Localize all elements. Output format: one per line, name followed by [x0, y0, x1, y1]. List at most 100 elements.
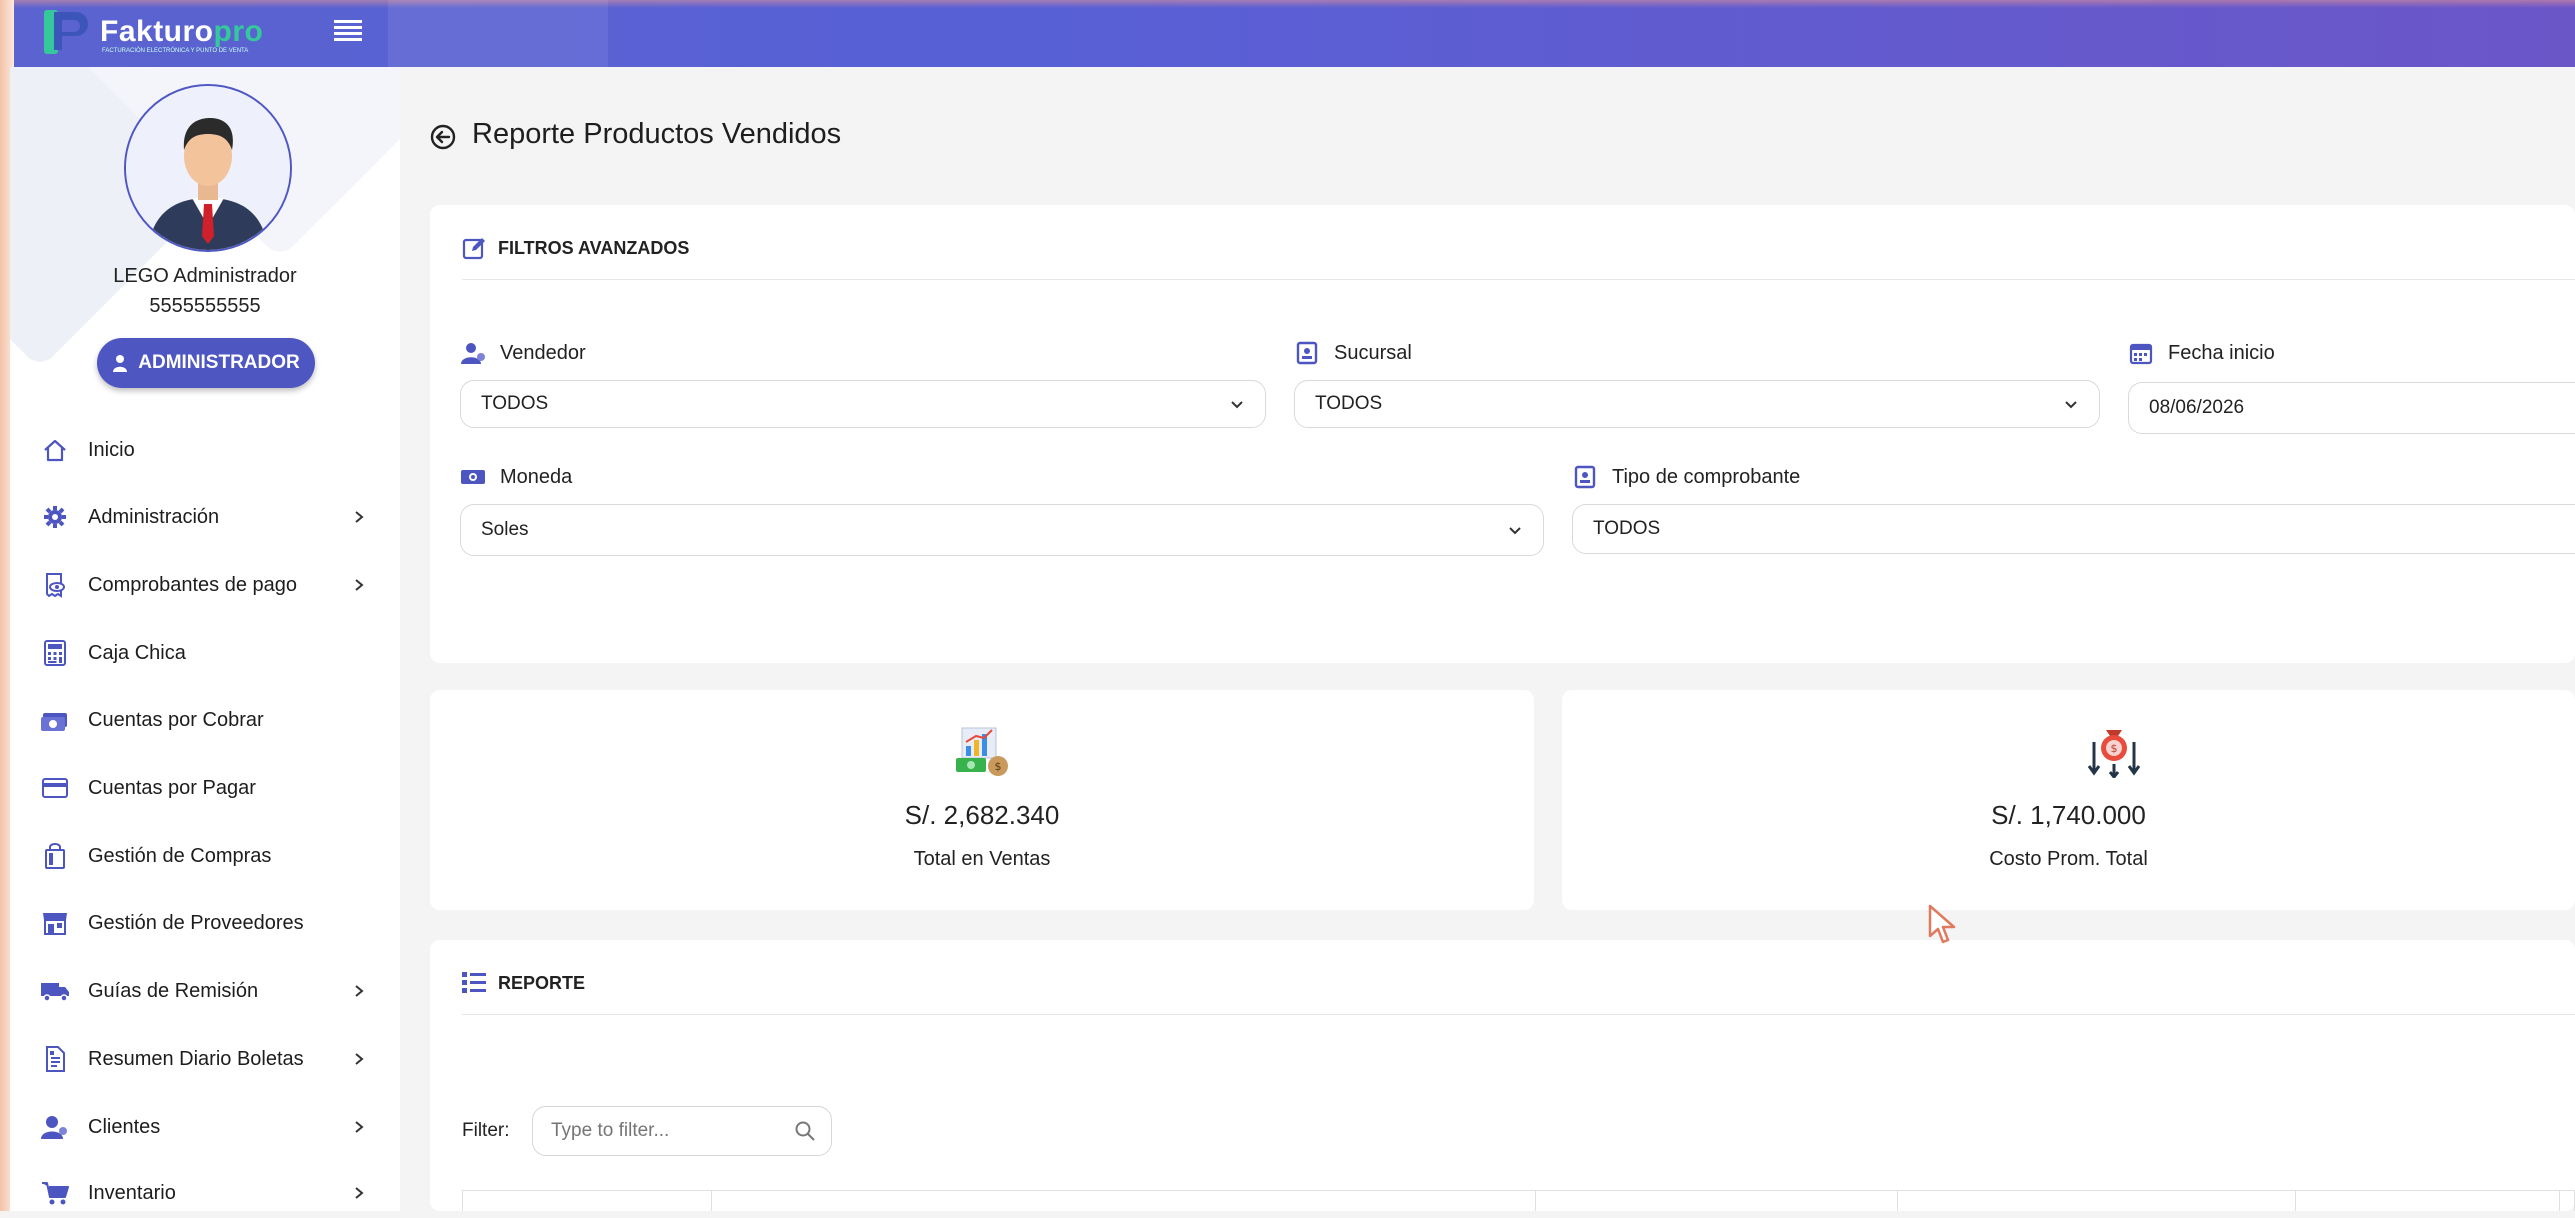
credit-card-icon	[40, 773, 70, 803]
page-title: Reporte Productos Vendidos	[472, 118, 842, 150]
user-name: LEGO Administrador	[113, 265, 297, 287]
vendedor-select[interactable]: TODOS	[460, 380, 1266, 428]
total-ventas-value: S/. 2,682.340	[904, 800, 1060, 830]
vendedor-label: Vendedor	[460, 341, 586, 365]
cart-icon	[40, 1178, 70, 1208]
truck-icon	[40, 976, 70, 1006]
search-icon[interactable]	[794, 1120, 816, 1142]
user-phone: 5555555555	[149, 295, 261, 317]
avatar[interactable]	[124, 84, 292, 252]
sucursal-label-text: Sucursal	[1334, 341, 1412, 364]
fecha-inicio-label: Fecha inicio	[2128, 341, 2275, 365]
moneda-label: Moneda	[460, 465, 572, 489]
report-title: REPORTE	[498, 973, 586, 993]
sidebar-item-label: Caja Chica	[88, 641, 186, 664]
sidebar-item-guias-de-remision[interactable]: Guías de Remisión	[10, 966, 390, 1016]
money-bag-arrows-icon: $	[2087, 730, 2141, 778]
sidebar-item-clientes[interactable]: Clientes	[10, 1102, 390, 1152]
report-card	[430, 940, 2575, 1211]
role-button[interactable]: ADMINISTRADOR	[97, 338, 315, 388]
mouse-cursor-icon	[1928, 904, 1956, 944]
sidebar-item-label: Gestión de Proveedores	[88, 911, 304, 934]
sidebar-item-comprobantes-de-pago[interactable]: Comprobantes de pago	[10, 560, 390, 610]
logo-mark-icon	[44, 10, 88, 54]
hamburger-menu-icon[interactable]	[334, 20, 362, 44]
app-logo[interactable]: Fakturopro FACTURACIÓN ELECTRÓNICA Y PUN…	[40, 4, 263, 60]
chevron-right-icon	[352, 510, 366, 524]
topbar-highlight	[388, 0, 608, 67]
gear-icon	[40, 502, 70, 532]
calculator-icon	[40, 638, 70, 668]
vendedor-value: TODOS	[481, 393, 549, 414]
sidebar-item-label: Gestión de Compras	[88, 844, 272, 867]
chevron-right-icon	[352, 578, 366, 592]
sidebar-item-gestion-de-proveedores[interactable]: Gestión de Proveedores	[10, 898, 390, 948]
sucursal-value: TODOS	[1315, 393, 1383, 414]
sucursal-select[interactable]: TODOS	[1294, 380, 2100, 428]
money-icon	[40, 705, 70, 735]
tipo-comprobante-select[interactable]: TODOS	[1572, 504, 2575, 554]
divider	[462, 1014, 2575, 1015]
user-avatar-icon	[126, 86, 290, 250]
sucursal-label: Sucursal	[1294, 341, 1412, 365]
money-bill-icon	[460, 465, 486, 489]
user-tie-icon	[460, 341, 486, 365]
sidebar-item-label: Resumen Diario Boletas	[88, 1047, 304, 1070]
tipo-comprobante-value: TODOS	[1593, 518, 1661, 539]
logo-text-suffix: pro	[213, 15, 264, 48]
sales-chart-money-icon: $	[956, 727, 1008, 776]
back-arrow-icon[interactable]	[430, 124, 456, 150]
report-table-header	[462, 1190, 2575, 1211]
sidebar-item-administracion[interactable]: Administración	[10, 492, 390, 542]
id-card-icon	[1572, 465, 1598, 489]
sidebar-item-resumen-diario-boletas[interactable]: Resumen Diario Boletas	[10, 1034, 390, 1084]
filters-card	[430, 205, 2575, 663]
sidebar-item-inicio[interactable]: Inicio	[10, 425, 390, 475]
svg-text:$: $	[2111, 742, 2118, 755]
calendar-icon	[2128, 341, 2154, 365]
id-card-icon	[1294, 341, 1320, 365]
fecha-inicio-input[interactable]: 08/06/2026	[2128, 382, 2575, 434]
sidebar-item-label: Guías de Remisión	[88, 979, 259, 1002]
chevron-right-icon	[352, 1120, 366, 1134]
document-icon	[40, 1044, 70, 1074]
total-ventas-label: Total en Ventas	[913, 848, 1051, 870]
vendedor-label-text: Vendedor	[500, 341, 586, 364]
top-navbar	[0, 0, 2575, 67]
filter-label: Filter:	[462, 1120, 510, 1141]
user-icon	[113, 355, 128, 372]
filter-input[interactable]	[532, 1106, 832, 1156]
moneda-select[interactable]: Soles	[460, 504, 1544, 556]
list-icon	[462, 972, 486, 993]
chevron-down-icon	[1509, 527, 1521, 535]
sidebar-item-label: Administración	[88, 505, 220, 528]
sidebar-item-cuentas-por-cobrar[interactable]: Cuentas por Cobrar	[10, 695, 390, 745]
chevron-right-icon	[352, 984, 366, 998]
total-ventas-card: $ S/. 2,682.340 Total en Ventas	[430, 690, 1534, 910]
chevron-down-icon	[2065, 401, 2077, 409]
sidebar-item-label: Cuentas por Pagar	[88, 776, 256, 799]
tipo-comprobante-label-text: Tipo de comprobante	[1612, 465, 1801, 488]
sidebar-item-cuentas-por-pagar[interactable]: Cuentas por Pagar	[10, 763, 390, 813]
chevron-down-icon	[1231, 401, 1243, 409]
costo-prom-value: S/. 1,740.000	[1991, 800, 2146, 830]
edit-icon	[462, 238, 485, 260]
filters-title: FILTROS AVANZADOS	[498, 238, 690, 258]
logo-text: Fakturo	[100, 15, 214, 48]
store-icon	[40, 908, 70, 938]
tipo-comprobante-label: Tipo de comprobante	[1572, 465, 1800, 489]
fecha-inicio-value: 08/06/2026	[2149, 397, 2245, 418]
sidebar-item-label: Cuentas por Cobrar	[88, 708, 264, 731]
chevron-right-icon	[352, 1186, 366, 1200]
logo-wordmark: Fakturopro	[100, 17, 263, 47]
sidebar-item-gestion-de-compras[interactable]: Gestión de Compras	[10, 831, 390, 881]
sidebar-item-caja-chica[interactable]: Caja Chica	[10, 628, 390, 678]
home-icon	[40, 435, 70, 465]
logo-tagline: FACTURACIÓN ELECTRÓNICA Y PUNTO DE VENTA	[102, 48, 249, 54]
costo-prom-card: $ S/. 1,740.000 Costo Prom. Total	[1562, 690, 2575, 910]
chevron-right-icon	[352, 1052, 366, 1066]
sidebar-item-label: Clientes	[88, 1115, 161, 1138]
users-icon	[40, 1112, 70, 1142]
moneda-value: Soles	[481, 519, 529, 540]
divider	[462, 279, 2575, 280]
